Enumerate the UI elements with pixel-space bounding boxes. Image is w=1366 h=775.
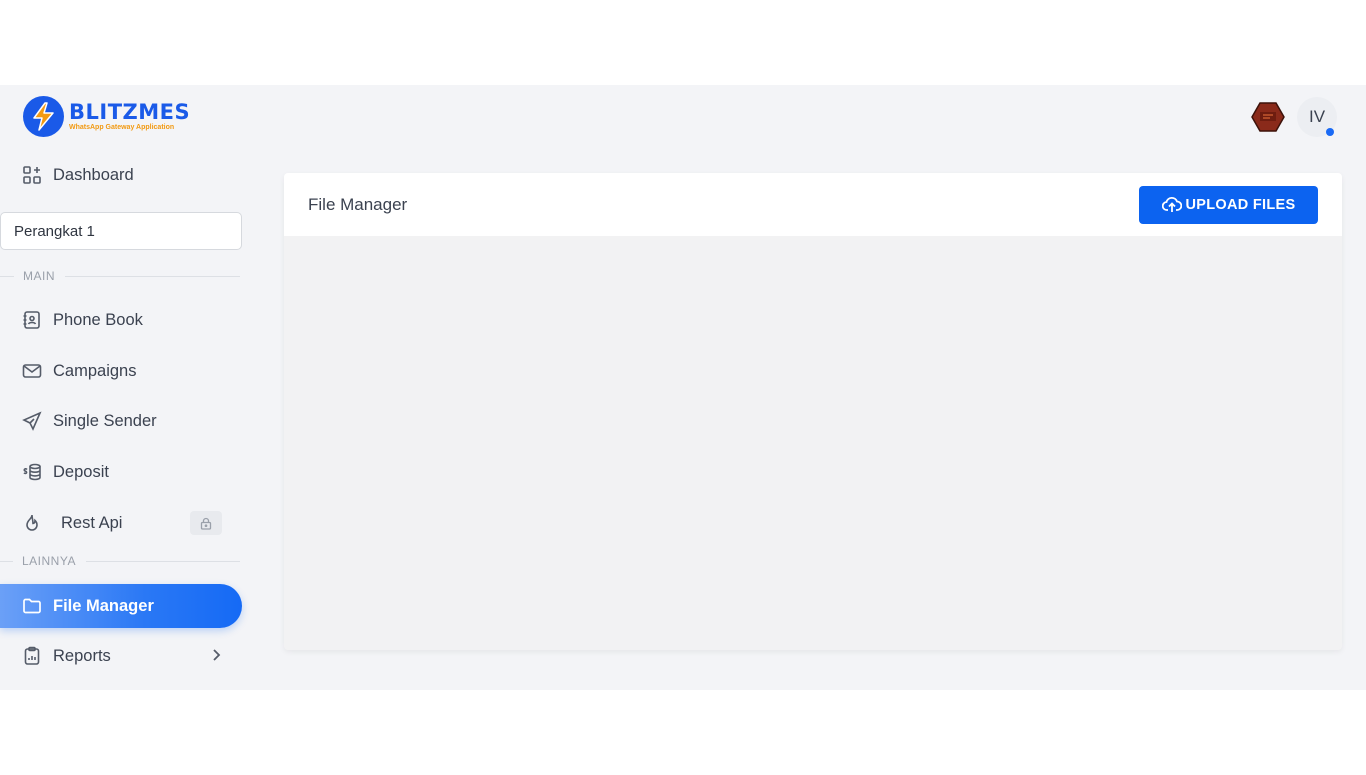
folder-icon (23, 598, 41, 614)
file-manager-card: File Manager UPLOAD FILES (284, 173, 1342, 650)
section-label: LAINNYA (22, 554, 76, 568)
flame-icon (22, 513, 42, 533)
section-lainnya: LAINNYA (0, 554, 240, 568)
card-header: File Manager UPLOAD FILES (284, 173, 1342, 236)
sidebar-item-reports[interactable]: Reports (22, 643, 111, 669)
lock-icon (200, 517, 212, 530)
sidebar-item-label: Phone Book (53, 310, 143, 329)
brand-name: BLITZMES (69, 100, 191, 124)
sidebar-item-file-manager[interactable]: File Manager (0, 584, 242, 628)
page-title: File Manager (308, 194, 408, 214)
section-main: MAIN (0, 269, 240, 283)
brand-logo[interactable]: BLITZMES WhatsApp Gateway Application (23, 96, 190, 137)
sidebar-item-deposit[interactable]: Deposit (22, 459, 109, 485)
file-list-area (284, 236, 1342, 650)
online-status-dot (1326, 128, 1334, 136)
sidebar-item-label: Campaigns (53, 361, 137, 380)
sidebar-item-label: Single Sender (53, 411, 157, 430)
app-shell: BLITZMES WhatsApp Gateway Application Da… (0, 85, 1366, 690)
brand-tagline: WhatsApp Gateway Application (69, 124, 175, 131)
sidebar-item-phone-book[interactable]: Phone Book (22, 307, 143, 333)
dashboard-icon (22, 165, 42, 185)
clipboard-icon (22, 646, 42, 666)
upload-files-label: UPLOAD FILES (1185, 196, 1296, 213)
section-label: MAIN (23, 269, 55, 283)
sidebar-item-label: Rest Api (61, 513, 123, 532)
chevron-right-icon[interactable] (209, 648, 223, 662)
sidebar-item-dashboard[interactable]: Dashboard (22, 162, 134, 188)
device-select[interactable]: Perangkat 1 (0, 212, 242, 250)
coins-icon (22, 462, 42, 482)
cloud-upload-icon (1161, 196, 1182, 212)
sidebar-item-label: Deposit (53, 462, 109, 481)
sidebar-item-single-sender[interactable]: Single Sender (22, 408, 157, 434)
sidebar-item-label: File Manager (53, 596, 154, 615)
locked-badge (190, 511, 222, 535)
sidebar-item-rest-api[interactable]: Rest Api (22, 510, 122, 536)
sidebar-item-label: Dashboard (53, 165, 134, 184)
phonebook-icon (22, 310, 42, 330)
upload-files-button[interactable]: UPLOAD FILES (1139, 185, 1318, 224)
send-icon (22, 411, 42, 431)
sidebar-item-campaigns[interactable]: Campaigns (22, 358, 136, 384)
mail-icon (22, 361, 42, 381)
store-logo-icon[interactable] (1251, 101, 1285, 133)
brand-logo-icon (23, 96, 64, 137)
sidebar-item-label: Reports (53, 646, 111, 665)
